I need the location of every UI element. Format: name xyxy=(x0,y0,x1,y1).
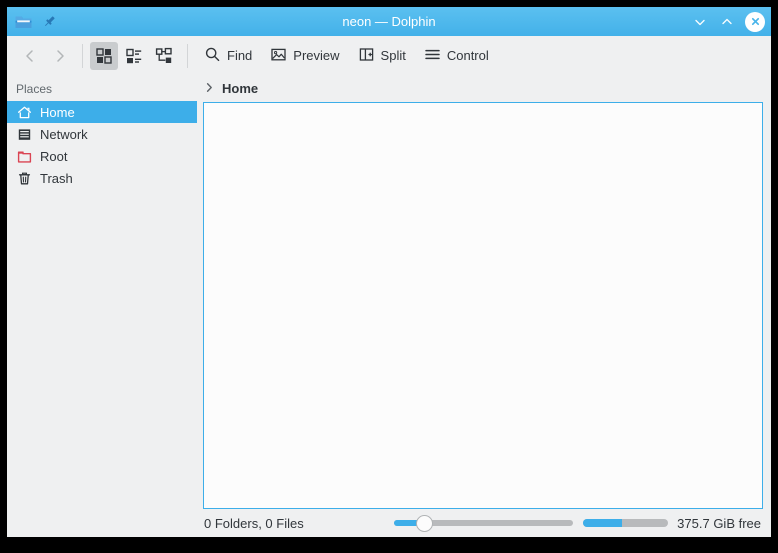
chevron-right-icon xyxy=(204,81,215,96)
toolbar-separator xyxy=(82,43,83,68)
forward-button[interactable] xyxy=(45,42,75,70)
folder-icon[interactable] xyxy=(13,12,33,32)
window-body: Places Home Network Root Trash Home xyxy=(7,75,771,509)
control-label: Control xyxy=(446,48,489,63)
sidebar-item-network[interactable]: Network xyxy=(7,123,197,145)
item-count-label: 0 Folders, 0 Files xyxy=(204,515,304,531)
dolphin-window: neon — Dolphin Find Preview Split Contro… xyxy=(7,7,771,537)
window-title: neon — Dolphin xyxy=(342,14,436,29)
image-icon xyxy=(270,46,287,66)
find-button[interactable]: Find xyxy=(195,42,261,70)
window-controls xyxy=(691,11,765,32)
back-button[interactable] xyxy=(15,42,45,70)
capacity-bar xyxy=(583,519,669,527)
hamburger-icon xyxy=(424,46,441,66)
title-bar[interactable]: neon — Dolphin xyxy=(7,7,771,36)
main-pane: Home xyxy=(197,75,771,509)
preview-button[interactable]: Preview xyxy=(261,42,348,70)
network-icon xyxy=(16,126,32,142)
capacity-bar-fill xyxy=(583,519,622,527)
split-button[interactable]: Split xyxy=(349,42,415,70)
trash-icon xyxy=(16,170,32,186)
find-label: Find xyxy=(227,48,253,63)
file-view[interactable] xyxy=(203,102,763,509)
home-icon xyxy=(16,104,32,120)
sidebar-item-label-network: Network xyxy=(40,126,88,142)
sidebar-item-trash[interactable]: Trash xyxy=(7,167,197,189)
sidebar-item-label-home: Home xyxy=(40,104,75,120)
title-bar-left-icons xyxy=(13,12,59,32)
split-icon xyxy=(358,46,375,66)
zoom-slider[interactable] xyxy=(393,514,574,532)
compact-view-button[interactable] xyxy=(150,42,178,70)
preview-label: Preview xyxy=(293,48,340,63)
details-view-button[interactable] xyxy=(120,42,148,70)
sidebar-item-root[interactable]: Root xyxy=(7,145,197,167)
sidebar-item-label-root: Root xyxy=(40,148,68,164)
sidebar-item-home[interactable]: Home xyxy=(7,101,197,123)
pin-icon[interactable] xyxy=(39,12,59,32)
zoom-slider-handle[interactable] xyxy=(415,514,433,532)
places-panel: Places Home Network Root Trash xyxy=(7,75,197,509)
maximize-icon[interactable] xyxy=(718,13,736,31)
close-icon[interactable] xyxy=(745,11,765,32)
sidebar-item-label-trash: Trash xyxy=(40,170,73,186)
control-button[interactable]: Control xyxy=(415,42,498,70)
status-bar: 0 Folders, 0 Files 375.7 GiB free xyxy=(7,509,771,537)
minimize-icon[interactable] xyxy=(691,13,709,31)
breadcrumb[interactable]: Home xyxy=(197,75,763,102)
breadcrumb-current[interactable]: Home xyxy=(222,81,258,96)
toolbar-separator-2 xyxy=(187,43,188,68)
split-label: Split xyxy=(380,48,406,63)
icons-view-button[interactable] xyxy=(90,41,118,70)
search-icon xyxy=(204,46,221,66)
places-header: Places xyxy=(16,82,53,96)
main-toolbar: Find Preview Split Control xyxy=(7,36,771,75)
free-space-label: 375.7 GiB free xyxy=(677,515,761,531)
root-folder-icon xyxy=(16,148,32,164)
